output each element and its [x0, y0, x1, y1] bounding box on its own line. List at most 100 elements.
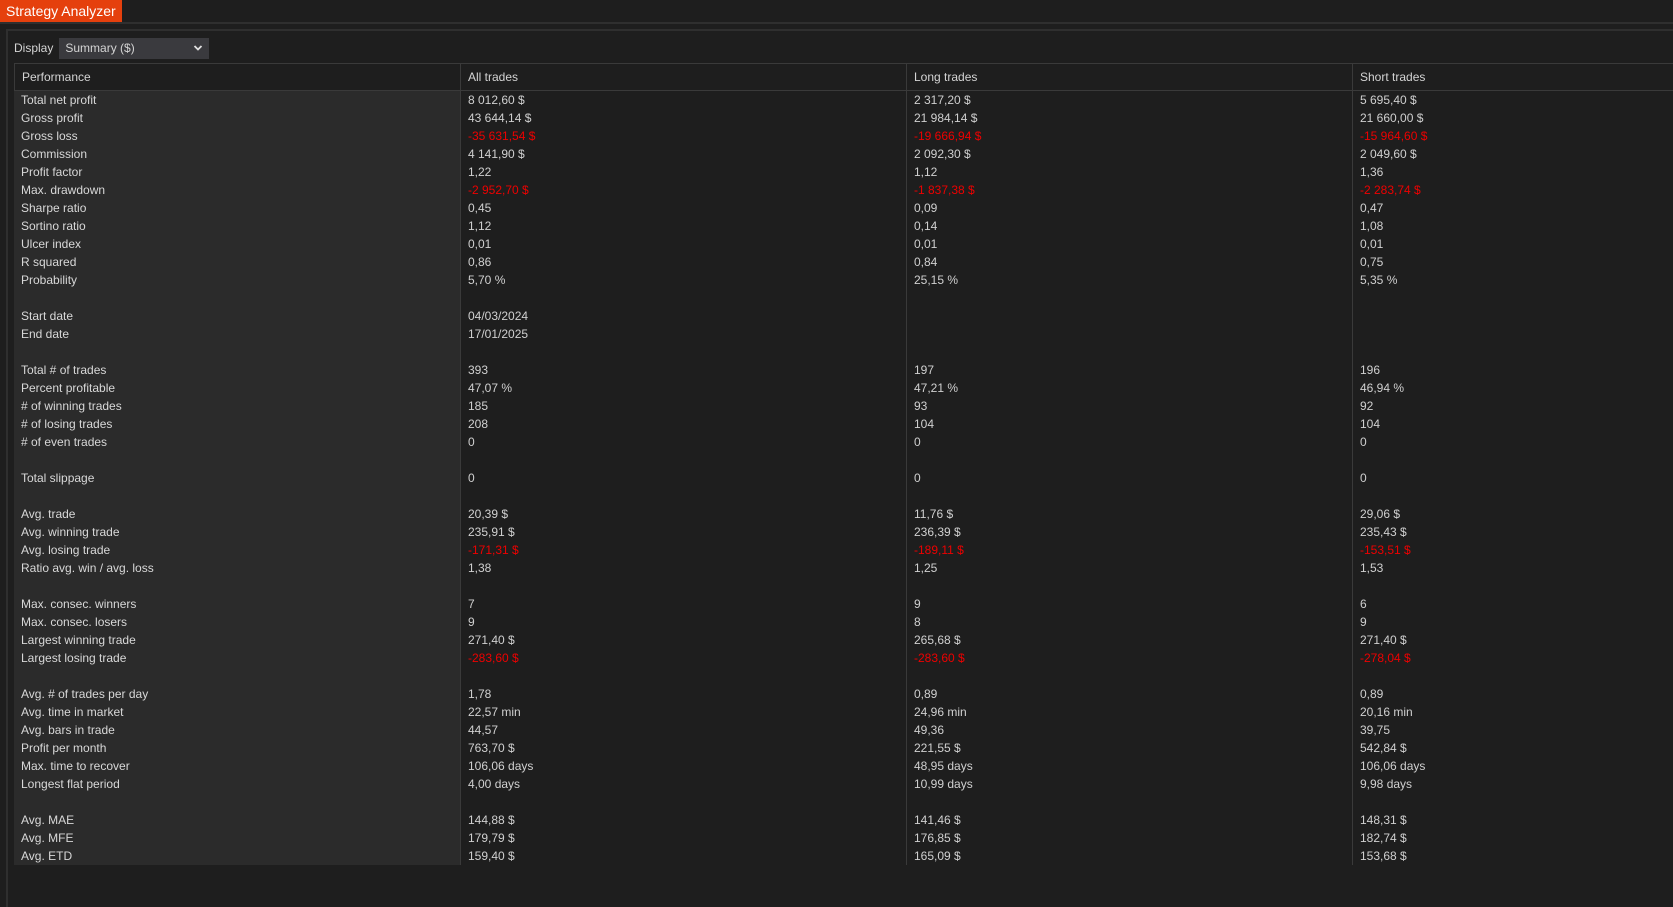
short-trades-value: 6 — [1352, 595, 1673, 613]
all-trades-value: 1,12 — [460, 217, 906, 235]
column-header-long-trades[interactable]: Long trades — [906, 64, 1352, 90]
table-row: Ratio avg. win / avg. loss 1,38 1,25 1,53 — [14, 559, 1673, 577]
table-row: Total # of trades 393 197 196 — [14, 361, 1673, 379]
table-row-spacer — [14, 487, 1673, 505]
all-trades-value — [460, 289, 906, 307]
metric-label: Total # of trades — [14, 361, 460, 379]
long-trades-value: 1,12 — [906, 163, 1352, 181]
long-trades-value: 49,36 — [906, 721, 1352, 739]
short-trades-value — [1352, 325, 1673, 343]
display-label: Display — [14, 41, 54, 55]
short-trades-value: 20,16 min — [1352, 703, 1673, 721]
table-row-spacer — [14, 577, 1673, 595]
short-trades-value — [1352, 793, 1673, 811]
short-trades-value: 106,06 days — [1352, 757, 1673, 775]
display-row: Display Summary ($) — [14, 37, 210, 59]
long-trades-value: 21 984,14 $ — [906, 109, 1352, 127]
all-trades-value — [460, 577, 906, 595]
long-trades-value: 48,95 days — [906, 757, 1352, 775]
all-trades-value: -35 631,54 $ — [460, 127, 906, 145]
all-trades-value: 04/03/2024 — [460, 307, 906, 325]
short-trades-value: 104 — [1352, 415, 1673, 433]
all-trades-value: 208 — [460, 415, 906, 433]
table-row: Avg. bars in trade 44,57 49,36 39,75 — [14, 721, 1673, 739]
short-trades-value: 0,89 — [1352, 685, 1673, 703]
all-trades-value: 47,07 % — [460, 379, 906, 397]
short-trades-value — [1352, 577, 1673, 595]
short-trades-value: -278,04 $ — [1352, 649, 1673, 667]
long-trades-value: -19 666,94 $ — [906, 127, 1352, 145]
metric-label: Ratio avg. win / avg. loss — [14, 559, 460, 577]
column-header-short-trades[interactable]: Short trades — [1352, 64, 1673, 90]
short-trades-value: 542,84 $ — [1352, 739, 1673, 757]
long-trades-value: 2 092,30 $ — [906, 145, 1352, 163]
long-trades-value — [906, 451, 1352, 469]
short-trades-value: 153,68 $ — [1352, 847, 1673, 865]
all-trades-value: 0 — [460, 469, 906, 487]
table-row: Commission 4 141,90 $2 092,30 $2 049,60 $ — [14, 145, 1673, 163]
all-trades-value: 9 — [460, 613, 906, 631]
column-header-all-trades[interactable]: All trades — [460, 64, 906, 90]
short-trades-value: 29,06 $ — [1352, 505, 1673, 523]
column-header-performance[interactable]: Performance — [14, 64, 460, 90]
metric-label — [14, 451, 460, 469]
table-row: End date 17/01/2025 — [14, 325, 1673, 343]
long-trades-value: 176,85 $ — [906, 829, 1352, 847]
long-trades-value: 0 — [906, 433, 1352, 451]
long-trades-value: 0,09 — [906, 199, 1352, 217]
metric-label: Total slippage — [14, 469, 460, 487]
metric-label — [14, 577, 460, 595]
metric-label: Largest winning trade — [14, 631, 460, 649]
metric-label: Probability — [14, 271, 460, 289]
table-row: Avg. ETD 159,40 $165,09 $153,68 $ — [14, 847, 1673, 865]
short-trades-value — [1352, 451, 1673, 469]
metric-label: Avg. MFE — [14, 829, 460, 847]
long-trades-value: 197 — [906, 361, 1352, 379]
all-trades-value: 179,79 $ — [460, 829, 906, 847]
short-trades-value — [1352, 487, 1673, 505]
long-trades-value — [906, 577, 1352, 595]
chevron-down-icon — [194, 45, 203, 51]
short-trades-value: 9,98 days — [1352, 775, 1673, 793]
metric-label: Avg. trade — [14, 505, 460, 523]
table-row: Gross profit 43 644,14 $21 984,14 $21 660… — [14, 109, 1673, 127]
long-trades-value: 236,39 $ — [906, 523, 1352, 541]
long-trades-value: 0,84 — [906, 253, 1352, 271]
display-dropdown[interactable]: Summary ($) — [59, 37, 210, 59]
long-trades-value: 0 — [906, 469, 1352, 487]
all-trades-value: 271,40 $ — [460, 631, 906, 649]
metric-label: Sharpe ratio — [14, 199, 460, 217]
table-row-spacer — [14, 451, 1673, 469]
long-trades-value: 165,09 $ — [906, 847, 1352, 865]
metric-label: Start date — [14, 307, 460, 325]
all-trades-value: -283,60 $ — [460, 649, 906, 667]
short-trades-value: -2 283,74 $ — [1352, 181, 1673, 199]
table-row: Avg. MFE 179,79 $176,85 $182,74 $ — [14, 829, 1673, 847]
metric-label: Max. consec. losers — [14, 613, 460, 631]
display-dropdown-value: Summary ($) — [65, 41, 135, 55]
long-trades-value — [906, 307, 1352, 325]
metric-label: R squared — [14, 253, 460, 271]
long-trades-value — [906, 667, 1352, 685]
long-trades-value: 265,68 $ — [906, 631, 1352, 649]
all-trades-value: 17/01/2025 — [460, 325, 906, 343]
all-trades-value — [460, 451, 906, 469]
all-trades-value: 43 644,14 $ — [460, 109, 906, 127]
metric-label: Gross loss — [14, 127, 460, 145]
long-trades-value — [906, 793, 1352, 811]
all-trades-value: 185 — [460, 397, 906, 415]
metric-label: Sortino ratio — [14, 217, 460, 235]
table-row: Avg. losing trade -171,31 $ -189,11 $ -153,… — [14, 541, 1673, 559]
table-body: Total net profit 8 012,60 $2 317,20 $5 69… — [14, 91, 1673, 865]
long-trades-value: 8 — [906, 613, 1352, 631]
metric-label: Avg. ETD — [14, 847, 460, 865]
all-trades-value: 159,40 $ — [460, 847, 906, 865]
short-trades-value — [1352, 307, 1673, 325]
long-trades-value: 0,01 — [906, 235, 1352, 253]
long-trades-value: 10,99 days — [906, 775, 1352, 793]
metric-label: Max. consec. winners — [14, 595, 460, 613]
table-row: Longest flat period 4,00 days 10,99 days 9,… — [14, 775, 1673, 793]
short-trades-value — [1352, 343, 1673, 361]
window-title-tab[interactable]: Strategy Analyzer — [0, 0, 122, 22]
short-trades-value — [1352, 667, 1673, 685]
